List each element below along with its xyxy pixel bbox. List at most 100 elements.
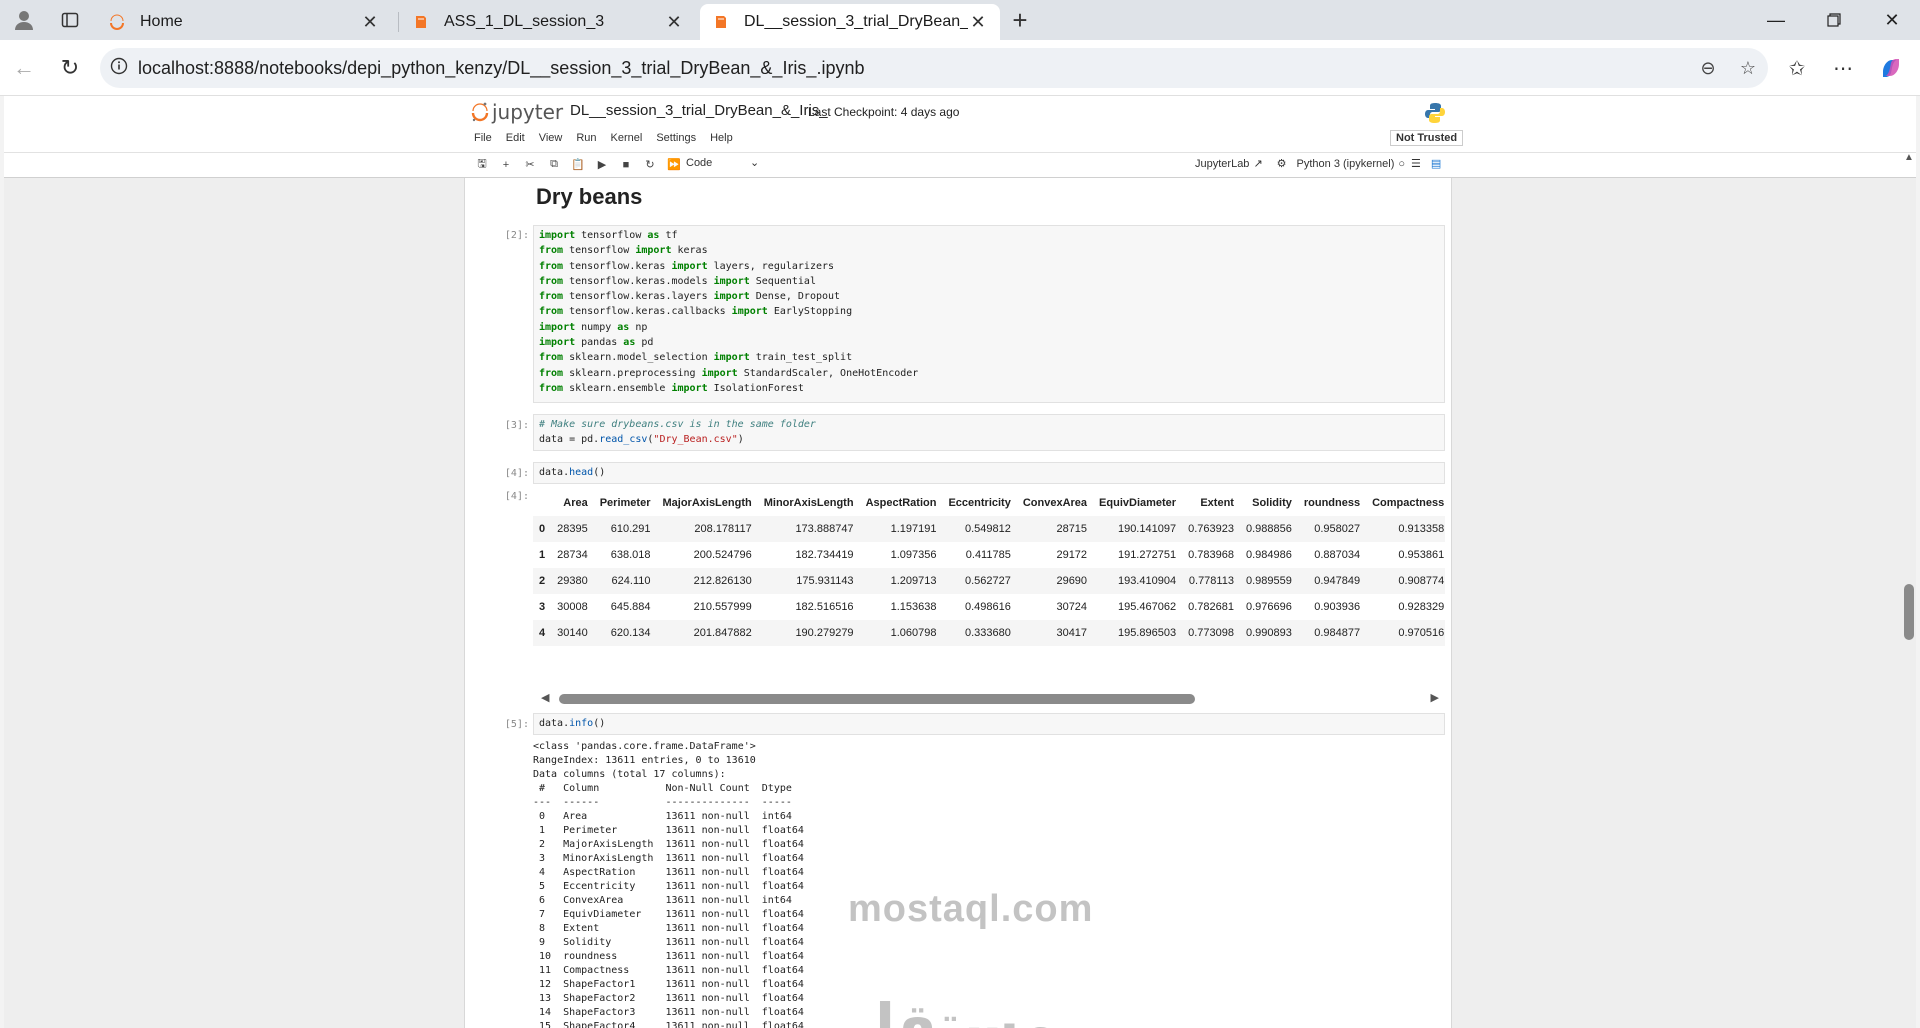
tab-ass1[interactable]: ASS_1_DL_session_3 ✕: [400, 4, 696, 40]
menu-edit[interactable]: Edit: [506, 132, 525, 144]
paste-icon[interactable]: 📋: [566, 158, 590, 171]
code-cell-info[interactable]: data.info(): [533, 713, 1445, 735]
code-cell-read-csv[interactable]: # Make sure drybeans.csv is in the same …: [533, 414, 1445, 451]
copilot-icon[interactable]: [1874, 52, 1908, 84]
table-cell: 1.097356: [890, 549, 937, 561]
restore-icon[interactable]: [1806, 0, 1862, 40]
tab-actions-icon[interactable]: [54, 4, 86, 36]
row-index: 4: [533, 620, 552, 646]
scroll-right-icon[interactable]: ▶: [1431, 691, 1439, 704]
dataframe-output: Area Perimeter MajorAxisLength MinorAxisLen…: [533, 490, 1445, 646]
add-cell-icon[interactable]: +: [494, 159, 518, 171]
scrollbar-thumb[interactable]: [1904, 584, 1914, 640]
code-text: tensorflow.keras.models: [563, 275, 714, 287]
profile-icon[interactable]: [8, 4, 40, 36]
output-line: 11 Compactness 13611 non-null float64: [533, 965, 804, 976]
code-text: pd: [635, 337, 654, 349]
restart-icon[interactable]: ↻: [638, 158, 662, 171]
new-tab-button[interactable]: +: [1004, 4, 1036, 36]
save-icon[interactable]: 🖫: [470, 155, 494, 174]
code-text: StandardScaler, OneHotEncoder: [737, 367, 919, 379]
cell-prompt: [4]:: [504, 468, 529, 479]
vertical-scrollbar[interactable]: ▲: [1902, 152, 1916, 1028]
close-icon[interactable]: ✕: [664, 12, 684, 33]
info-output: <class 'pandas.core.frame.DataFrame'> Ran…: [533, 740, 804, 1028]
reload-icon[interactable]: ↻: [54, 52, 86, 84]
code-text: tensorflow: [563, 245, 636, 257]
code-string: "Dry_Bean.csv": [653, 434, 738, 446]
table-cell: 208.178117: [656, 516, 758, 542]
column-header: Extent: [1200, 497, 1234, 509]
minimize-icon[interactable]: —: [1748, 0, 1804, 40]
jupyter-logo[interactable]: jupyter: [471, 100, 563, 124]
row-index: 1: [539, 549, 546, 561]
menu-file[interactable]: File: [474, 132, 492, 144]
row-index: 0: [533, 516, 552, 542]
column-header: Compactness: [1372, 497, 1445, 509]
output-line: 15 ShapeFactor4 13611 non-null float64: [533, 1021, 804, 1028]
notebook-view-icon[interactable]: ▤: [1431, 157, 1441, 170]
chevron-down-icon[interactable]: ⌄: [750, 156, 759, 169]
back-icon[interactable]: ←: [8, 52, 40, 84]
favorites-icon[interactable]: ✩: [1780, 52, 1814, 84]
column-header: Solidity: [1252, 497, 1292, 509]
code-function: head: [569, 467, 594, 478]
tab-drybean[interactable]: DL__session_3_trial_DryBean_&_Iri ✕: [700, 4, 1000, 40]
table-cell: 0.333680: [942, 620, 1017, 646]
menu-run[interactable]: Run: [576, 132, 596, 144]
scroll-up-icon[interactable]: ▲: [1904, 152, 1914, 163]
close-icon[interactable]: ✕: [360, 12, 380, 33]
notebook-name[interactable]: DL__session_3_trial_DryBean_&_Iris_: [570, 102, 828, 119]
kernel-status-icon: ○: [1398, 157, 1406, 170]
horizontal-scrollbar[interactable]: ◀ ▶: [533, 690, 1445, 706]
code-text: (): [593, 467, 606, 478]
toolbar-divider: [4, 152, 1916, 153]
table-cell: 30140: [551, 620, 594, 646]
table-cell: 28734: [557, 549, 588, 561]
kernel-name[interactable]: Python 3 (ipykernel): [1297, 158, 1395, 170]
trust-indicator[interactable]: Not Trusted: [1390, 130, 1464, 146]
favorite-star-icon[interactable]: ☆: [1728, 58, 1768, 79]
table-cell: 0.953861: [1398, 549, 1445, 561]
code-function: info: [569, 718, 594, 729]
markdown-heading: Dry beans: [536, 184, 643, 209]
more-menu-icon[interactable]: ⋯: [1826, 52, 1860, 84]
jupyterlab-link[interactable]: JupyterLab: [1195, 158, 1249, 170]
table-cell: 0.562727: [942, 568, 1017, 594]
menu-settings[interactable]: Settings: [656, 132, 696, 144]
menu-kernel[interactable]: Kernel: [611, 132, 643, 144]
notebook-favicon-icon: [412, 13, 430, 31]
output-prompt: [4]:: [504, 491, 529, 502]
zoom-out-icon[interactable]: ⊖: [1688, 58, 1728, 79]
code-cell-imports[interactable]: import tensorflow as tf from tensorflow …: [533, 225, 1445, 403]
menu-help[interactable]: Help: [710, 132, 733, 144]
stop-icon[interactable]: ■: [614, 159, 638, 171]
table-cell: 182.734419: [795, 549, 854, 561]
close-icon[interactable]: ✕: [968, 12, 988, 33]
list-icon[interactable]: ☰: [1411, 157, 1421, 170]
table-cell: 182.516516: [795, 601, 854, 613]
code-cell-head[interactable]: data.head(): [533, 462, 1445, 484]
url-text[interactable]: localhost:8888/notebooks/depi_python_ken…: [138, 58, 1688, 79]
run-icon[interactable]: ▶: [590, 158, 614, 171]
run-all-icon[interactable]: ⏩: [662, 158, 686, 171]
address-bar: ← ↻ localhost:8888/notebooks/depi_python…: [0, 40, 1920, 96]
cut-icon[interactable]: ✂: [518, 158, 542, 171]
menu-view[interactable]: View: [539, 132, 563, 144]
table-cell: 210.557999: [693, 601, 752, 613]
scroll-left-icon[interactable]: ◀: [541, 691, 549, 704]
tab-home[interactable]: Home ✕: [96, 4, 392, 40]
table-cell: 201.847882: [656, 620, 758, 646]
copy-icon[interactable]: ⧉: [542, 158, 566, 171]
browser-tab-bar: Home ✕ ASS_1_DL_session_3 ✕ DL__session_…: [0, 0, 1920, 40]
close-window-icon[interactable]: ✕: [1864, 0, 1920, 40]
code-keyword: import: [539, 337, 576, 349]
debugger-icon[interactable]: ⚙: [1277, 157, 1287, 170]
cell-type-select[interactable]: Code: [686, 157, 712, 169]
site-info-icon[interactable]: [100, 57, 138, 79]
scrollbar-thumb[interactable]: [559, 694, 1195, 704]
external-link-icon[interactable]: ↗: [1253, 157, 1262, 170]
code-keyword: import: [671, 382, 708, 394]
table-row: 2 29380 624.110 212.826130 175.931143 1.20971…: [533, 568, 1445, 594]
url-omnibox[interactable]: localhost:8888/notebooks/depi_python_ken…: [100, 48, 1768, 88]
